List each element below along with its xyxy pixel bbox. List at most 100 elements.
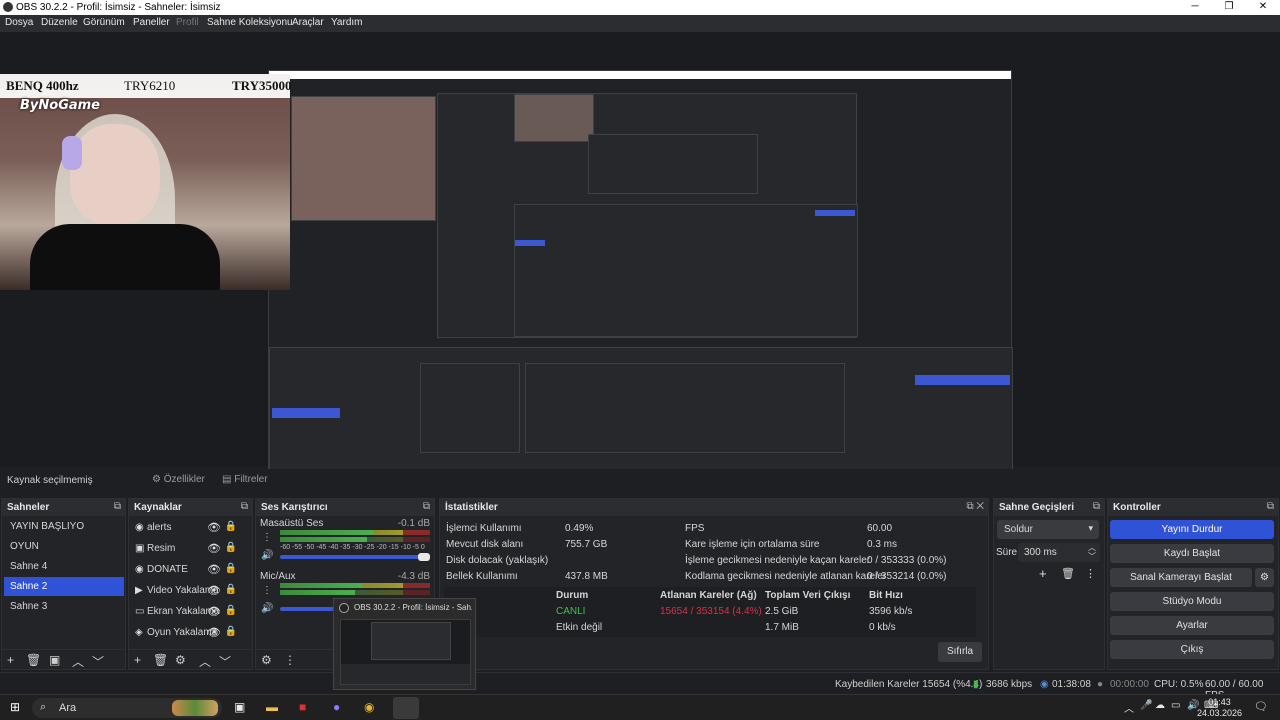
source-item[interactable]: ◈ Oyun Yakalama 👁 🔒 — [131, 623, 243, 642]
move-down-icon[interactable]: ﹀ — [92, 653, 104, 670]
transition-select[interactable]: Soldur ▾ — [997, 520, 1099, 539]
menu-paneller[interactable]: Paneller — [133, 17, 170, 28]
menu-araclar[interactable]: Araçlar — [292, 17, 324, 28]
mixer-settings-icon[interactable]: ⚙ — [261, 653, 272, 667]
taskbar-search[interactable]: ⌕ Ara — [32, 698, 222, 718]
add-transition-icon[interactable]: + — [1039, 566, 1047, 581]
scene-item[interactable]: YAYIN BAŞLIYO — [4, 517, 124, 536]
undock-icon[interactable]: ⧉ — [1093, 501, 1100, 512]
volume-knob[interactable] — [418, 553, 430, 561]
chrome-icon[interactable]: ◉ — [364, 700, 374, 714]
source-item[interactable]: ◉ alerts 👁 🔒 — [131, 518, 243, 537]
menu-dosya[interactable]: Dosya — [5, 17, 33, 28]
reset-button[interactable]: Sıfırla — [938, 642, 982, 662]
scene-item[interactable]: Sahne 3 — [4, 597, 124, 616]
discord-icon[interactable]: ● — [333, 700, 340, 714]
mixer-title: Ses Karıştırıcı — [261, 502, 328, 513]
move-up-icon[interactable]: ︿ — [199, 653, 211, 670]
source-settings-icon[interactable]: ⚙ — [175, 653, 186, 667]
visibility-eye-icon[interactable]: 👁 — [207, 626, 221, 639]
gamepad-icon: ◈ — [135, 627, 143, 638]
spin-arrows-icon: ︿ ﹀ — [1088, 543, 1096, 561]
stop-streaming-button[interactable]: Yayını Durdur — [1110, 520, 1274, 539]
virtual-camera-settings-icon[interactable]: ⚙ — [1255, 568, 1274, 587]
lock-icon[interactable]: 🔒 — [225, 605, 237, 616]
tray-network-icon[interactable]: ▭ — [1171, 700, 1180, 711]
notification-icon[interactable]: 🗨 — [1254, 700, 1268, 713]
windows-start-icon[interactable]: ⊞ — [10, 700, 20, 714]
source-item[interactable]: ◉ DONATE 👁 🔒 — [131, 560, 243, 579]
lock-icon[interactable]: 🔒 — [225, 521, 237, 532]
speaker-icon[interactable]: 🔊 — [261, 550, 273, 561]
minimize-button[interactable]: ─ — [1178, 0, 1212, 15]
undock-icon[interactable]: ⧉ — [1267, 501, 1274, 512]
maximize-button[interactable]: ❐ — [1212, 0, 1246, 15]
exit-button[interactable]: Çıkış — [1110, 640, 1274, 659]
status-bar: Kaybedilen Kareler 15654 (%4.4) ▮ 3686 k… — [0, 672, 1280, 701]
undock-close-icons[interactable]: ⧉ ✕ — [966, 501, 984, 512]
monitor-icon: ▭ — [135, 606, 145, 617]
remove-source-icon[interactable]: 🗑 — [153, 653, 168, 667]
browser-icon: ◉ — [135, 564, 144, 575]
source-item[interactable]: ▣ Resim 👁 🔒 — [131, 539, 243, 558]
tray-mic-icon[interactable]: 🎤 — [1140, 700, 1152, 711]
move-down-icon[interactable]: ﹀ — [219, 653, 231, 670]
remove-transition-icon[interactable]: 🗑 — [1061, 567, 1075, 580]
controls-title: Kontroller — [1113, 502, 1161, 513]
start-recording-button[interactable]: Kaydı Başlat — [1110, 544, 1274, 563]
level-meter — [280, 530, 430, 535]
dropped-frames: 15654 / 353154 (4.4%) — [660, 606, 762, 617]
taskbar-clock[interactable]: 01:43 24.03.2026 — [1197, 697, 1242, 719]
taskbar-thumbnail-preview[interactable]: OBS 30.2.2 - Profil: İsimsiz - Sah... — [333, 598, 476, 690]
obs-taskbar-icon[interactable] — [393, 697, 419, 719]
lock-icon[interactable]: 🔒 — [225, 563, 237, 574]
scene-item[interactable]: Sahne 4 — [4, 557, 124, 576]
tray-cloud-icon[interactable]: ☁ — [1155, 700, 1165, 711]
visibility-eye-icon[interactable]: 👁 — [207, 584, 221, 597]
channel-menu-icon[interactable]: ⋮ — [262, 532, 272, 543]
lock-icon[interactable]: 🔒 — [225, 542, 237, 553]
studio-mode-button[interactable]: Stüdyo Modu — [1110, 592, 1274, 611]
visibility-eye-icon[interactable]: 👁 — [207, 542, 221, 555]
volume-slider[interactable] — [280, 607, 340, 611]
visibility-eye-icon[interactable]: 👁 — [207, 563, 221, 576]
undock-icon[interactable]: ⧉ — [423, 501, 430, 512]
source-item[interactable]: ▶ Video Yakalama 👁 🔒 — [131, 581, 243, 600]
filter-scene-icon[interactable]: ▣ — [49, 653, 60, 667]
undock-icon[interactable]: ⧉ — [241, 501, 248, 512]
settings-button[interactable]: Ayarlar — [1110, 616, 1274, 635]
visibility-eye-icon[interactable]: 👁 — [207, 605, 221, 618]
app-red-icon[interactable]: ■ — [299, 700, 306, 714]
task-view-icon[interactable]: ▣ — [234, 700, 245, 714]
menu-profil[interactable]: Profil — [176, 17, 199, 28]
scene-item-selected[interactable]: Sahne 2 — [4, 577, 124, 596]
duration-spinbox[interactable]: 300 ms ︿ ﹀ — [1018, 543, 1100, 562]
add-source-icon[interactable]: + — [134, 653, 141, 667]
scene-item[interactable]: OYUN — [4, 537, 124, 556]
speaker-icon[interactable]: 🔊 — [261, 603, 273, 614]
menu-duzenle[interactable]: Düzenle — [41, 17, 78, 28]
lock-icon[interactable]: 🔒 — [225, 626, 237, 637]
menu-gorunum[interactable]: Görünüm — [83, 17, 125, 28]
channel-menu-icon[interactable]: ⋮ — [262, 585, 272, 596]
preview-canvas[interactable]: BENQ 400hz TRY6210 TRY35000 ByNoGame — [0, 32, 1280, 491]
tray-chevron-icon[interactable]: ︿ — [1124, 700, 1134, 715]
move-up-icon[interactable]: ︿ — [72, 653, 84, 670]
visibility-eye-icon[interactable]: 👁 — [207, 521, 221, 534]
close-button[interactable]: ✕ — [1246, 0, 1280, 15]
add-scene-icon[interactable]: + — [7, 653, 14, 667]
filters-button[interactable]: ▤ Filtreler — [222, 474, 268, 485]
record-icon: ● — [1097, 679, 1104, 690]
menu-sahne-koleksiyonu[interactable]: Sahne Koleksiyonu — [207, 17, 293, 28]
file-explorer-icon[interactable]: ▬ — [266, 700, 278, 714]
volume-slider[interactable] — [280, 555, 428, 559]
start-virtual-camera-button[interactable]: Sanal Kamerayı Başlat — [1110, 568, 1252, 587]
source-item[interactable]: ▭ Ekran Yakalama 👁 🔒 — [131, 602, 243, 621]
transition-menu-icon[interactable]: ⋮ — [1085, 567, 1096, 580]
remove-scene-icon[interactable]: 🗑 — [26, 653, 41, 667]
properties-button[interactable]: ⚙ Özellikler — [152, 474, 205, 485]
lock-icon[interactable]: 🔒 — [225, 584, 237, 595]
mixer-menu-icon[interactable]: ⋮ — [284, 653, 296, 667]
undock-icon[interactable]: ⧉ — [114, 501, 121, 512]
menu-yardim[interactable]: Yardım — [331, 17, 363, 28]
